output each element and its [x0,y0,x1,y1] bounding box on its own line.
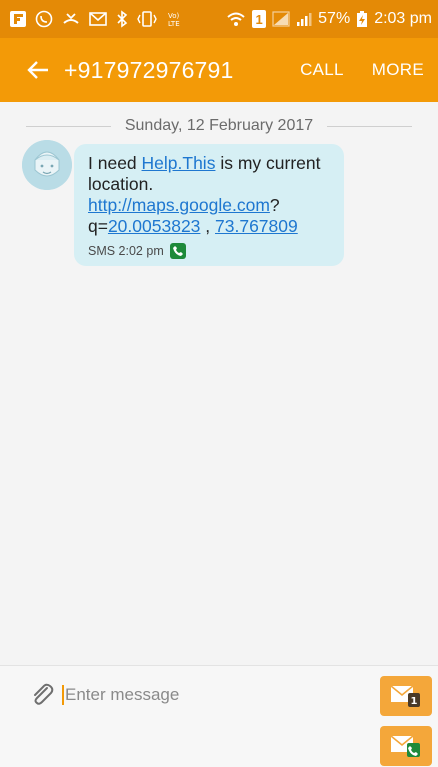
status-bar-right: 1 57% 2:03 pm [226,10,432,28]
back-button[interactable] [14,38,62,102]
flipboard-icon [10,10,26,28]
message-input[interactable] [65,685,335,705]
message-timestamp: SMS 2:02 pm [88,244,164,258]
signal-icon [296,10,312,28]
message-text: I need Help.This is my current location.… [88,153,334,237]
date-separator: Sunday, 12 February 2017 [26,112,412,140]
svg-text:1: 1 [411,696,418,707]
send-call-button[interactable] [380,726,432,766]
vibrate-icon [137,10,157,28]
status-bar-left: Vo) LTE [10,10,186,28]
status-bar: Vo) LTE 1 57% 2:03 pm [0,0,438,38]
message-input-wrap[interactable] [62,678,352,712]
date-label: Sunday, 12 February 2017 [124,117,314,134]
bluetooth-icon [116,10,128,28]
battery-charging-icon [356,10,368,28]
text-cursor [62,685,64,705]
call-button[interactable]: CALL [300,60,344,80]
battery-level: 57% [318,10,351,27]
divider [26,125,111,127]
latitude-link[interactable]: 20.0053823 [108,216,200,236]
message-bubble[interactable]: I need Help.This is my current location.… [74,144,344,266]
phone-call-icon [169,243,186,259]
send-sim1-icon: 1 [390,685,420,707]
send-sim1-button[interactable]: 1 [380,676,432,716]
message-text-part: , [200,216,216,236]
message-icon [89,10,107,28]
sim1-icon: 1 [252,10,267,28]
missed-call-icon [62,10,80,28]
avatar[interactable] [22,140,72,190]
back-arrow-icon [27,61,48,79]
divider [327,125,412,127]
attach-button[interactable] [28,680,56,708]
send-call-icon [390,735,420,757]
message-text-part: I need [88,153,142,173]
app-bar: +917972976791 CALL MORE [0,38,438,102]
svg-text:LTE: LTE [168,20,180,28]
conversation-title: +917972976791 [64,56,234,83]
wifi-icon [226,10,246,28]
clock: 2:03 pm [374,10,432,27]
more-button[interactable]: MORE [372,60,424,80]
contact-avatar-icon [22,140,72,190]
maps-link[interactable]: http://maps.google.com [88,195,270,215]
message-meta: SMS 2:02 pm [88,243,334,259]
volte-icon: Vo) LTE [166,10,186,28]
whatsapp-icon [35,10,53,28]
help-link[interactable]: Help.This [142,153,216,173]
signal-icon [272,10,290,28]
message-composer: 1 [0,665,438,767]
svg-text:Vo): Vo) [168,12,180,20]
paperclip-icon [34,683,54,705]
longitude-link[interactable]: 73.767809 [215,216,298,236]
